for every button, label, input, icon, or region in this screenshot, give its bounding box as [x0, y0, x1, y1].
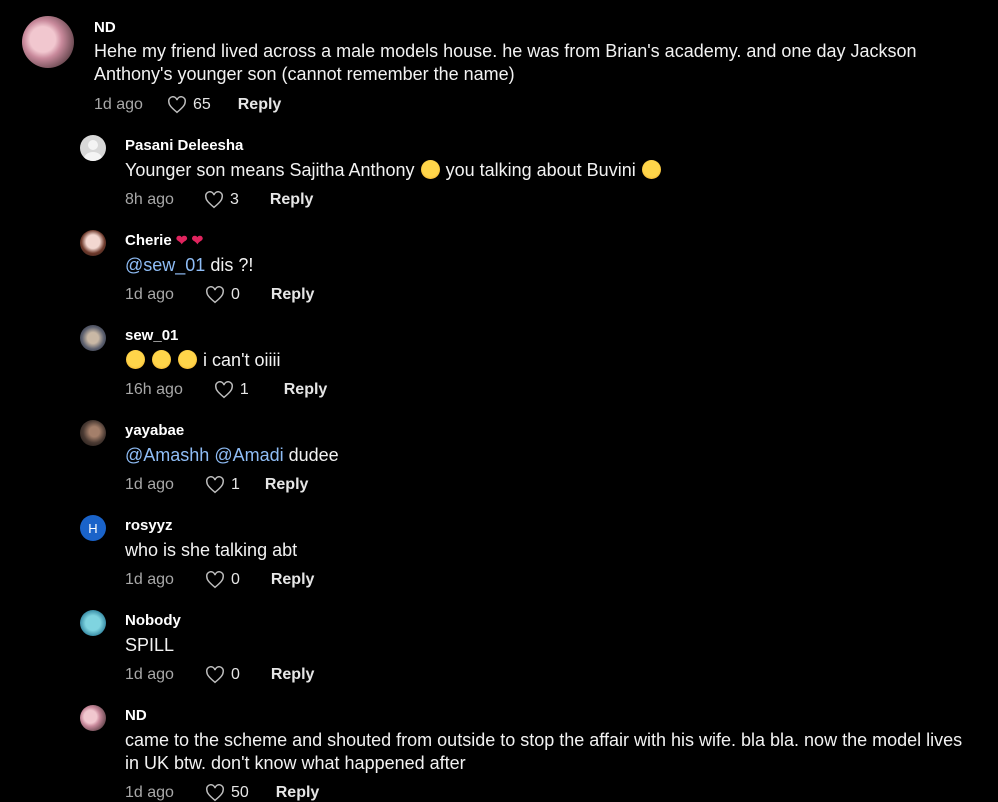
like-button[interactable]: 50 [205, 784, 249, 802]
comment-meta: 1d ago 50 Reply [125, 784, 319, 802]
heart-icon [206, 784, 224, 802]
comment-meta: 8h ago 3 Reply [125, 191, 313, 209]
avatar-letter: H [88, 520, 98, 536]
comment-meta: 1d ago 0 Reply [125, 571, 314, 589]
like-count: 0 [230, 666, 240, 683]
heart-icon [206, 286, 224, 304]
comment-text-part: you talking about Buvini [445, 160, 636, 180]
heart-icon [206, 666, 224, 684]
username[interactable]: sew_01 [125, 327, 178, 344]
mention-link[interactable]: @sew_01 [125, 255, 205, 275]
timestamp: 1d ago [125, 476, 174, 493]
mention-link[interactable]: @Amashh [125, 445, 209, 465]
comment-meta: 1d ago 65 Reply [94, 96, 281, 114]
reply-button[interactable]: Reply [284, 381, 328, 399]
avatar[interactable]: H [80, 515, 106, 541]
timestamp: 8h ago [125, 191, 174, 208]
like-count: 0 [230, 286, 240, 303]
timestamp: 1d ago [94, 96, 143, 113]
like-button[interactable]: 0 [205, 666, 240, 684]
comment-text-part: i can't oiiii [203, 350, 281, 370]
like-count: 1 [230, 476, 240, 493]
comment-text: i can't oiiii [125, 349, 281, 372]
heart-icon [214, 381, 233, 399]
comment-text: came to the scheme and shouted from outs… [125, 730, 963, 773]
reply-button[interactable]: Reply [270, 191, 314, 209]
username[interactable]: yayabae [125, 422, 184, 439]
like-count: 50 [230, 784, 249, 801]
comment-meta: 1d ago 0 Reply [125, 286, 314, 304]
comment-meta: 16h ago 1 Reply [125, 381, 327, 399]
username[interactable]: ND [94, 19, 116, 36]
reply-button[interactable]: Reply [276, 784, 320, 802]
like-button[interactable]: 0 [205, 571, 240, 589]
mention-link[interactable]: @Amadi [214, 445, 283, 465]
comment-text: Younger son means Sajitha Anthony you ta… [125, 159, 975, 182]
comment-text: SPILL [125, 635, 175, 655]
like-count: 65 [192, 96, 211, 113]
avatar[interactable] [80, 610, 106, 636]
reply-button[interactable]: Reply [238, 96, 282, 114]
like-count: 0 [230, 571, 240, 588]
reply-button[interactable]: Reply [271, 666, 315, 684]
comment-text-part: Younger son means Sajitha Anthony [125, 160, 415, 180]
username[interactable]: Nobody [125, 612, 181, 629]
heart-icon [205, 191, 223, 209]
timestamp: 1d ago [125, 666, 174, 683]
avatar[interactable] [22, 16, 74, 68]
username-text: Cherie [125, 232, 172, 249]
timestamp: 16h ago [125, 381, 183, 398]
reply-button[interactable]: Reply [265, 476, 309, 494]
thinking-emoji-icon [420, 160, 440, 179]
avatar[interactable] [80, 230, 106, 256]
comment-text: @Amashh @Amadi dudee [125, 444, 339, 467]
like-button[interactable]: 3 [204, 191, 239, 209]
username[interactable]: ND [125, 707, 147, 724]
reply-button[interactable]: Reply [271, 571, 315, 589]
heart-icon [168, 96, 186, 114]
laughing-emoji-icon [152, 350, 172, 369]
timestamp: 1d ago [125, 784, 174, 801]
comment-text-part: dudee [283, 445, 339, 465]
like-count: 3 [229, 191, 239, 208]
comment-text: Hehe my friend lived across a male model… [94, 41, 917, 84]
flushed-emoji-icon [641, 160, 661, 179]
timestamp: 1d ago [125, 286, 174, 303]
timestamp: 1d ago [125, 571, 174, 588]
avatar[interactable] [80, 135, 106, 161]
comment-text-part: dis ?! [205, 255, 254, 275]
username[interactable]: Pasani Deleesha [125, 137, 243, 154]
like-button[interactable]: 1 [205, 476, 240, 494]
avatar[interactable] [80, 705, 106, 731]
avatar[interactable] [80, 420, 106, 446]
username[interactable]: Cherie ❤ ❤ [125, 232, 203, 249]
like-button[interactable]: 1 [214, 381, 249, 399]
like-button[interactable]: 0 [205, 286, 240, 304]
default-avatar-icon [84, 140, 102, 161]
heart-emoji-icon: ❤ ❤ [175, 232, 204, 248]
heart-icon [206, 476, 224, 494]
avatar[interactable] [80, 325, 106, 351]
like-button[interactable]: 65 [167, 96, 211, 114]
laughing-emoji-icon [178, 350, 198, 369]
laughing-emoji-icon [126, 350, 145, 369]
comment-meta: 1d ago 0 Reply [125, 666, 314, 684]
like-count: 1 [239, 381, 249, 398]
comment-text: who is she talking abt [125, 540, 298, 560]
username[interactable]: rosyyz [125, 517, 173, 534]
comment-text: @sew_01 dis ?! [125, 254, 253, 277]
reply-button[interactable]: Reply [271, 286, 315, 304]
comment-meta: 1d ago 1 Reply [125, 476, 308, 494]
heart-icon [206, 571, 224, 589]
